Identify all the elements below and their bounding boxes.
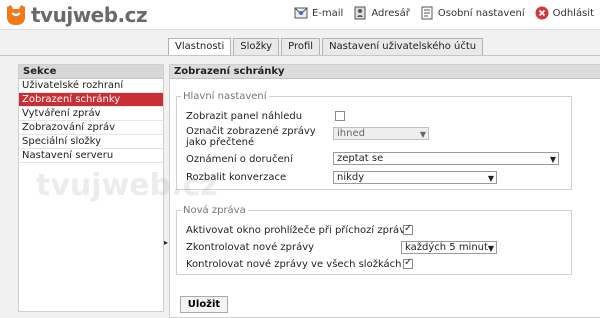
show-preview-label: Zobrazit panel náhledu (186, 111, 303, 122)
address-book-link[interactable]: Adresář (353, 6, 410, 20)
chevron-down-icon: ▼ (487, 244, 494, 253)
mark-read-label-2: jako přečtené (186, 137, 255, 148)
check-all-folders-checkbox[interactable] (403, 257, 413, 269)
logout-link-label: Odhlásit (552, 7, 594, 19)
mail-icon (294, 7, 308, 19)
mark-read-value: ihned (337, 128, 365, 139)
header: tvujweb.cz E-mail Adresář Osobní nastave… (0, 0, 600, 30)
tab-profil[interactable]: Profil (281, 38, 321, 55)
mark-read-select[interactable]: ihned ▼ (333, 127, 429, 140)
address-book-icon (354, 6, 366, 20)
sidebar-item-server-settings[interactable]: Nastavení serveru (19, 149, 163, 163)
sidebar-item-composing[interactable]: Vytváření zpráv (19, 107, 163, 121)
tab-slozky[interactable]: Složky (233, 38, 280, 55)
check-all-folders-label: Kontrolovat nové zprávy ve všech složkác… (186, 259, 402, 270)
new-message-legend: Nová zpráva (183, 205, 246, 216)
brand-name: tvujweb.cz (31, 3, 148, 27)
logo[interactable]: tvujweb.cz (4, 3, 148, 27)
chevron-down-icon: ▼ (549, 155, 556, 164)
settings-doc-icon (421, 6, 433, 20)
close-icon (535, 6, 549, 20)
sections-sidebar: Sekce Uživatelské rozhraní Zobrazení sch… (18, 64, 164, 312)
settings-tabs: Vlastnosti Složky Profil Nastavení uživa… (168, 38, 485, 56)
activate-window-checkbox[interactable] (403, 223, 413, 235)
personal-settings-link-label: Osobní nastavení (437, 7, 525, 19)
chevron-down-icon: ▼ (419, 130, 426, 139)
expand-value: nikdy (337, 172, 365, 183)
receipt-label: Oznámení o doručení (186, 154, 293, 165)
mark-read-label: Označit zobrazené zprávy (186, 126, 316, 137)
sidebar-item-displaying[interactable]: Zobrazování zpráv (19, 121, 163, 135)
tab-divider (0, 55, 600, 56)
tab-account-settings[interactable]: Nastavení uživatelského účtu (322, 38, 484, 55)
receipt-value: zeptat se (337, 153, 384, 164)
save-button[interactable]: Uložit (180, 296, 228, 313)
tab-vlastnosti[interactable]: Vlastnosti (168, 38, 232, 56)
address-book-link-label: Adresář (371, 7, 410, 19)
sidebar-item-special-folders[interactable]: Speciální složky (19, 135, 163, 149)
expand-select[interactable]: nikdy ▼ (333, 171, 497, 184)
check-interval-value: každých 5 minut (405, 242, 488, 253)
logo-icon (7, 5, 25, 25)
check-interval-select[interactable]: každých 5 minut ▼ (401, 241, 497, 254)
main-settings-legend: Hlavní nastavení (183, 91, 267, 102)
sidebar-item-user-interface[interactable]: Uživatelské rozhraní (19, 79, 163, 93)
panel-title: Zobrazení schránky (170, 65, 600, 79)
settings-panel: Zobrazení schránky Hlavní nastavení Zobr… (169, 64, 600, 318)
splitter-handle[interactable]: ▸ (164, 238, 168, 247)
activate-window-label: Aktivovat okno prohlížeče při příchozí z… (186, 225, 412, 236)
expand-label: Rozbalit konverzace (186, 172, 287, 183)
receipt-select[interactable]: zeptat se ▼ (333, 152, 559, 165)
email-link-label: E-mail (311, 7, 344, 19)
logout-link[interactable]: Odhlásit (535, 6, 594, 20)
email-link[interactable]: E-mail (294, 6, 343, 20)
check-new-label: Zkontrolovat nové zprávy (186, 242, 315, 253)
sidebar-title: Sekce (19, 65, 163, 79)
show-preview-checkbox[interactable] (335, 111, 345, 121)
personal-settings-link[interactable]: Osobní nastavení (420, 6, 525, 20)
chevron-down-icon: ▼ (487, 174, 494, 183)
sidebar-item-mailbox-view[interactable]: Zobrazení schránky (19, 93, 163, 107)
top-links: E-mail Adresář Osobní nastavení Odhlásit (294, 6, 594, 20)
